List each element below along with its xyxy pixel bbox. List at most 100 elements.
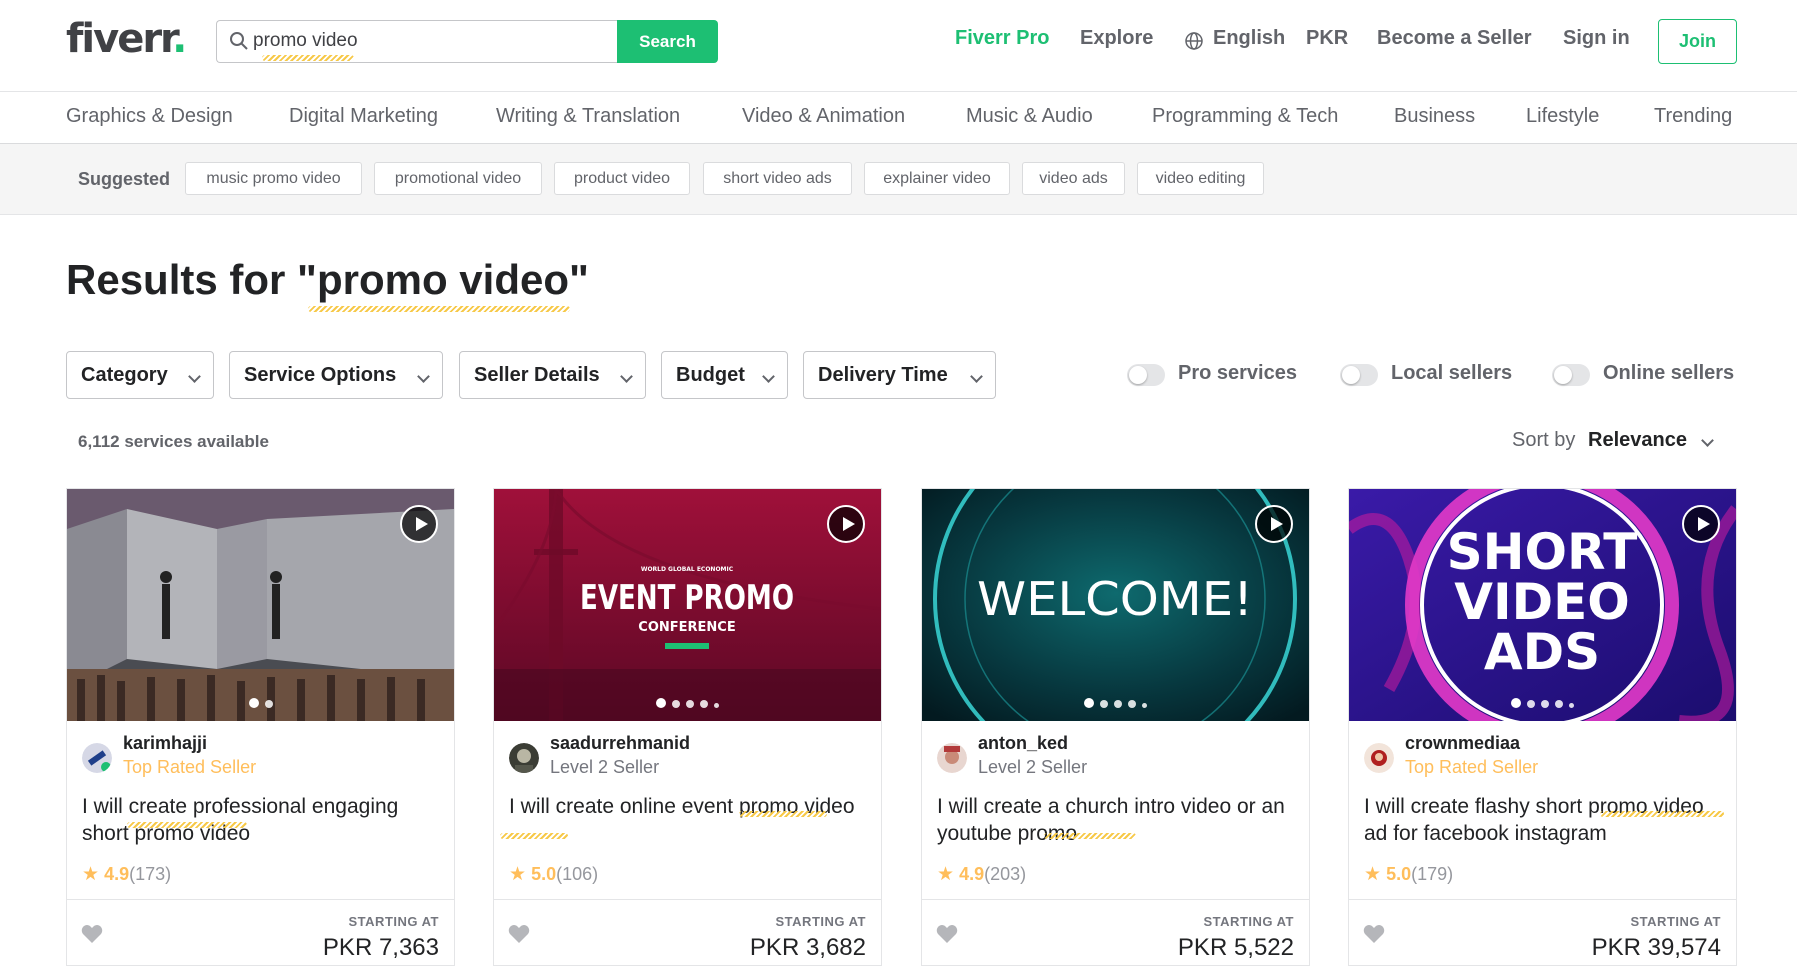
nav-currency[interactable]: PKR (1306, 27, 1348, 50)
play-icon[interactable] (1682, 505, 1720, 543)
heart-icon[interactable] (1363, 924, 1385, 944)
suggestion-chip[interactable]: video editing (1137, 162, 1264, 195)
seller-level: Level 2 Seller (978, 757, 1088, 777)
title-suffix: " (569, 256, 589, 303)
seller-name[interactable]: saadurrehmanid (550, 733, 690, 754)
gig-price: PKR 39,574 (1591, 934, 1721, 961)
avatar (1364, 743, 1394, 773)
chevron-down-icon (620, 370, 633, 383)
title-highlight (1044, 833, 1136, 839)
chevron-down-icon[interactable] (1701, 434, 1714, 447)
filter-delivery-time[interactable]: Delivery Time (803, 351, 996, 399)
fiverr-logo[interactable]: fiverr. (66, 16, 187, 62)
starting-at-label: STARTING AT (775, 914, 866, 929)
nav-language[interactable]: English (1213, 27, 1285, 50)
join-button[interactable]: Join (1658, 19, 1737, 64)
suggestion-chip[interactable]: short video ads (703, 162, 852, 195)
suggestion-chip[interactable]: video ads (1022, 162, 1125, 195)
gig-price: PKR 7,363 (322, 934, 439, 961)
gig-thumbnail[interactable]: SHORT VIDEO ADS (1349, 489, 1736, 721)
toggle-pro-services[interactable] (1127, 364, 1165, 386)
thumb-headline: WELCOME! (977, 572, 1253, 626)
play-icon[interactable] (827, 505, 865, 543)
play-icon[interactable] (400, 505, 438, 543)
category-video-animation[interactable]: Video & Animation (742, 105, 905, 128)
starting-at-label: STARTING AT (1630, 914, 1721, 929)
suggestion-chip[interactable]: product video (554, 162, 690, 195)
category-music-audio[interactable]: Music & Audio (966, 105, 1093, 128)
rating-value: 5.0 (531, 864, 557, 884)
filter-budget[interactable]: Budget (661, 351, 788, 399)
suggestion-chip[interactable]: explainer video (864, 162, 1010, 195)
filter-label: Seller Details (474, 364, 600, 386)
filter-service-options[interactable]: Service Options (229, 351, 443, 399)
category-writing-translation[interactable]: Writing & Translation (496, 105, 680, 128)
category-graphics-design[interactable]: Graphics & Design (66, 105, 233, 128)
globe-icon (1185, 32, 1203, 50)
title-query: promo video (316, 256, 569, 303)
gig-card[interactable]: SHORT VIDEO ADS crownmediaa Top Rated Se… (1348, 488, 1737, 966)
category-programming-tech[interactable]: Programming & Tech (1152, 105, 1338, 128)
seller-name[interactable]: anton_ked (978, 733, 1068, 754)
title-highlight (1600, 811, 1724, 817)
category-trending[interactable]: Trending (1654, 105, 1732, 128)
filter-seller-details[interactable]: Seller Details (459, 351, 646, 399)
gig-card[interactable]: WELCOME! anton_ked Level 2 Seller I will… (921, 488, 1310, 966)
search-button[interactable]: Search (617, 20, 718, 63)
gig-price: PKR 3,682 (749, 934, 866, 961)
filter-category[interactable]: Category (66, 351, 214, 399)
chevron-down-icon (762, 370, 775, 383)
gig-thumbnail[interactable] (67, 489, 454, 721)
gig-card[interactable]: karimhajji Top Rated Seller I will creat… (66, 488, 455, 966)
gig-thumbnail[interactable]: WELCOME! (922, 489, 1309, 721)
heart-icon[interactable] (508, 924, 530, 944)
title-highlight (308, 306, 570, 312)
search-highlight (262, 55, 354, 61)
search-input[interactable] (253, 26, 603, 56)
gig-title[interactable]: I will create professional engaging shor… (82, 793, 442, 847)
avatar (509, 743, 539, 773)
gig-thumbnail[interactable]: WORLD GLOBAL ECONOMIC EVENT PROMO CONFER… (494, 489, 881, 721)
sort-label: Sort by (1512, 429, 1576, 451)
filter-label: Delivery Time (818, 364, 948, 386)
filter-label: Category (81, 364, 168, 386)
seller-level: Top Rated Seller (123, 757, 257, 777)
seller-name[interactable]: karimhajji (123, 733, 207, 754)
gig-card[interactable]: WORLD GLOBAL ECONOMIC EVENT PROMO CONFER… (493, 488, 882, 966)
chevron-down-icon (970, 370, 983, 383)
star-icon: ★ (937, 864, 955, 885)
sort-dropdown[interactable]: Relevance (1588, 429, 1687, 452)
suggestion-chip[interactable]: music promo video (185, 162, 362, 195)
play-icon[interactable] (1255, 505, 1293, 543)
category-business[interactable]: Business (1394, 105, 1475, 128)
seller-level: Top Rated Seller (1405, 757, 1539, 777)
search-icon (230, 32, 248, 50)
rating-value: 4.9 (959, 864, 985, 884)
avatar (82, 743, 112, 773)
thumbnail-image: SHORT VIDEO ADS (1349, 489, 1736, 721)
filter-label: Service Options (244, 364, 397, 386)
avatar (937, 743, 967, 773)
nav-explore[interactable]: Explore (1080, 27, 1153, 50)
carousel-dots (1349, 695, 1736, 713)
category-lifestyle[interactable]: Lifestyle (1526, 105, 1599, 128)
nav-fiverr-pro[interactable]: Fiverr Pro (955, 27, 1049, 50)
gig-title[interactable]: I will create flashy short promo video a… (1364, 793, 1724, 847)
seller-level: Level 2 Seller (550, 757, 660, 777)
heart-icon[interactable] (81, 924, 103, 944)
suggestion-chip[interactable]: promotional video (374, 162, 542, 195)
gig-price: PKR 5,522 (1177, 934, 1294, 961)
thumb-subtitle: CONFERENCE (638, 620, 735, 635)
nav-become-seller[interactable]: Become a Seller (1377, 27, 1532, 50)
toggle-knob (1554, 366, 1572, 384)
seller-name[interactable]: crownmediaa (1405, 733, 1520, 754)
toggle-online-sellers[interactable] (1552, 364, 1590, 386)
title-highlight (500, 833, 568, 839)
gig-footer: STARTING AT PKR 39,574 (1349, 899, 1736, 966)
thumbnail-image: WELCOME! (922, 489, 1309, 721)
gig-rating: ★ 5.0(179) (1364, 863, 1453, 886)
category-digital-marketing[interactable]: Digital Marketing (289, 105, 438, 128)
toggle-local-sellers[interactable] (1340, 364, 1378, 386)
heart-icon[interactable] (936, 924, 958, 944)
nav-sign-in[interactable]: Sign in (1563, 27, 1630, 50)
